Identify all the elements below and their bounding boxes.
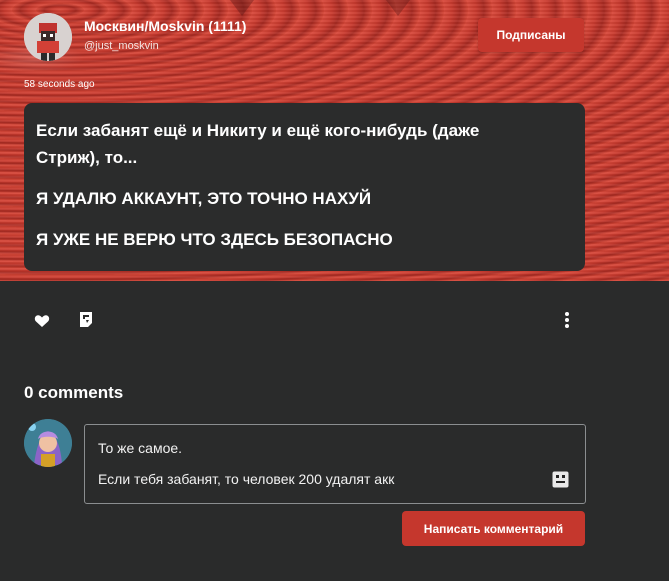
more-vertical-icon[interactable] xyxy=(563,311,571,329)
comment-input[interactable]: То же самое. Если тебя забанят, то челов… xyxy=(84,424,586,504)
post-timestamp: 58 seconds ago xyxy=(24,79,95,90)
post-text-line: Стриж), то... xyxy=(36,148,138,167)
post-text-line: Я УЖЕ НЕ ВЕРЮ ЧТО ЗДЕСЬ БЕЗОПАСНО xyxy=(36,230,393,249)
post-text-line: Если забанят ещё и Никиту и ещё кого-ниб… xyxy=(36,121,480,140)
current-user-avatar[interactable] xyxy=(24,419,72,467)
comment-draft-line[interactable]: Если тебя забанят, то человек 200 удалят… xyxy=(98,471,394,487)
banner-decoration xyxy=(386,0,410,16)
follow-button[interactable]: Подписаны xyxy=(478,18,584,52)
banner-decoration xyxy=(230,0,254,16)
author-avatar[interactable] xyxy=(24,13,72,61)
emoji-picker-icon[interactable] xyxy=(552,471,569,488)
author-handle[interactable]: @just_moskvin xyxy=(84,40,159,52)
heart-icon[interactable] xyxy=(34,314,50,328)
post-text-line: Я УДАЛЮ АККАУНТ, ЭТО ТОЧНО НАХУЙ xyxy=(36,189,372,208)
user-character-icon xyxy=(24,419,72,467)
post-content-card: Если забанят ещё и Никиту и ещё кого-ниб… xyxy=(24,103,585,271)
submit-comment-button[interactable]: Написать комментарий xyxy=(402,511,585,546)
author-name[interactable]: Москвин/Moskvin (1111) xyxy=(84,18,246,34)
comment-draft-line[interactable]: То же самое. xyxy=(98,440,182,456)
pixel-character-icon xyxy=(24,13,72,61)
comments-count-heading: 0 comments xyxy=(24,383,124,402)
repost-icon[interactable] xyxy=(78,311,94,329)
